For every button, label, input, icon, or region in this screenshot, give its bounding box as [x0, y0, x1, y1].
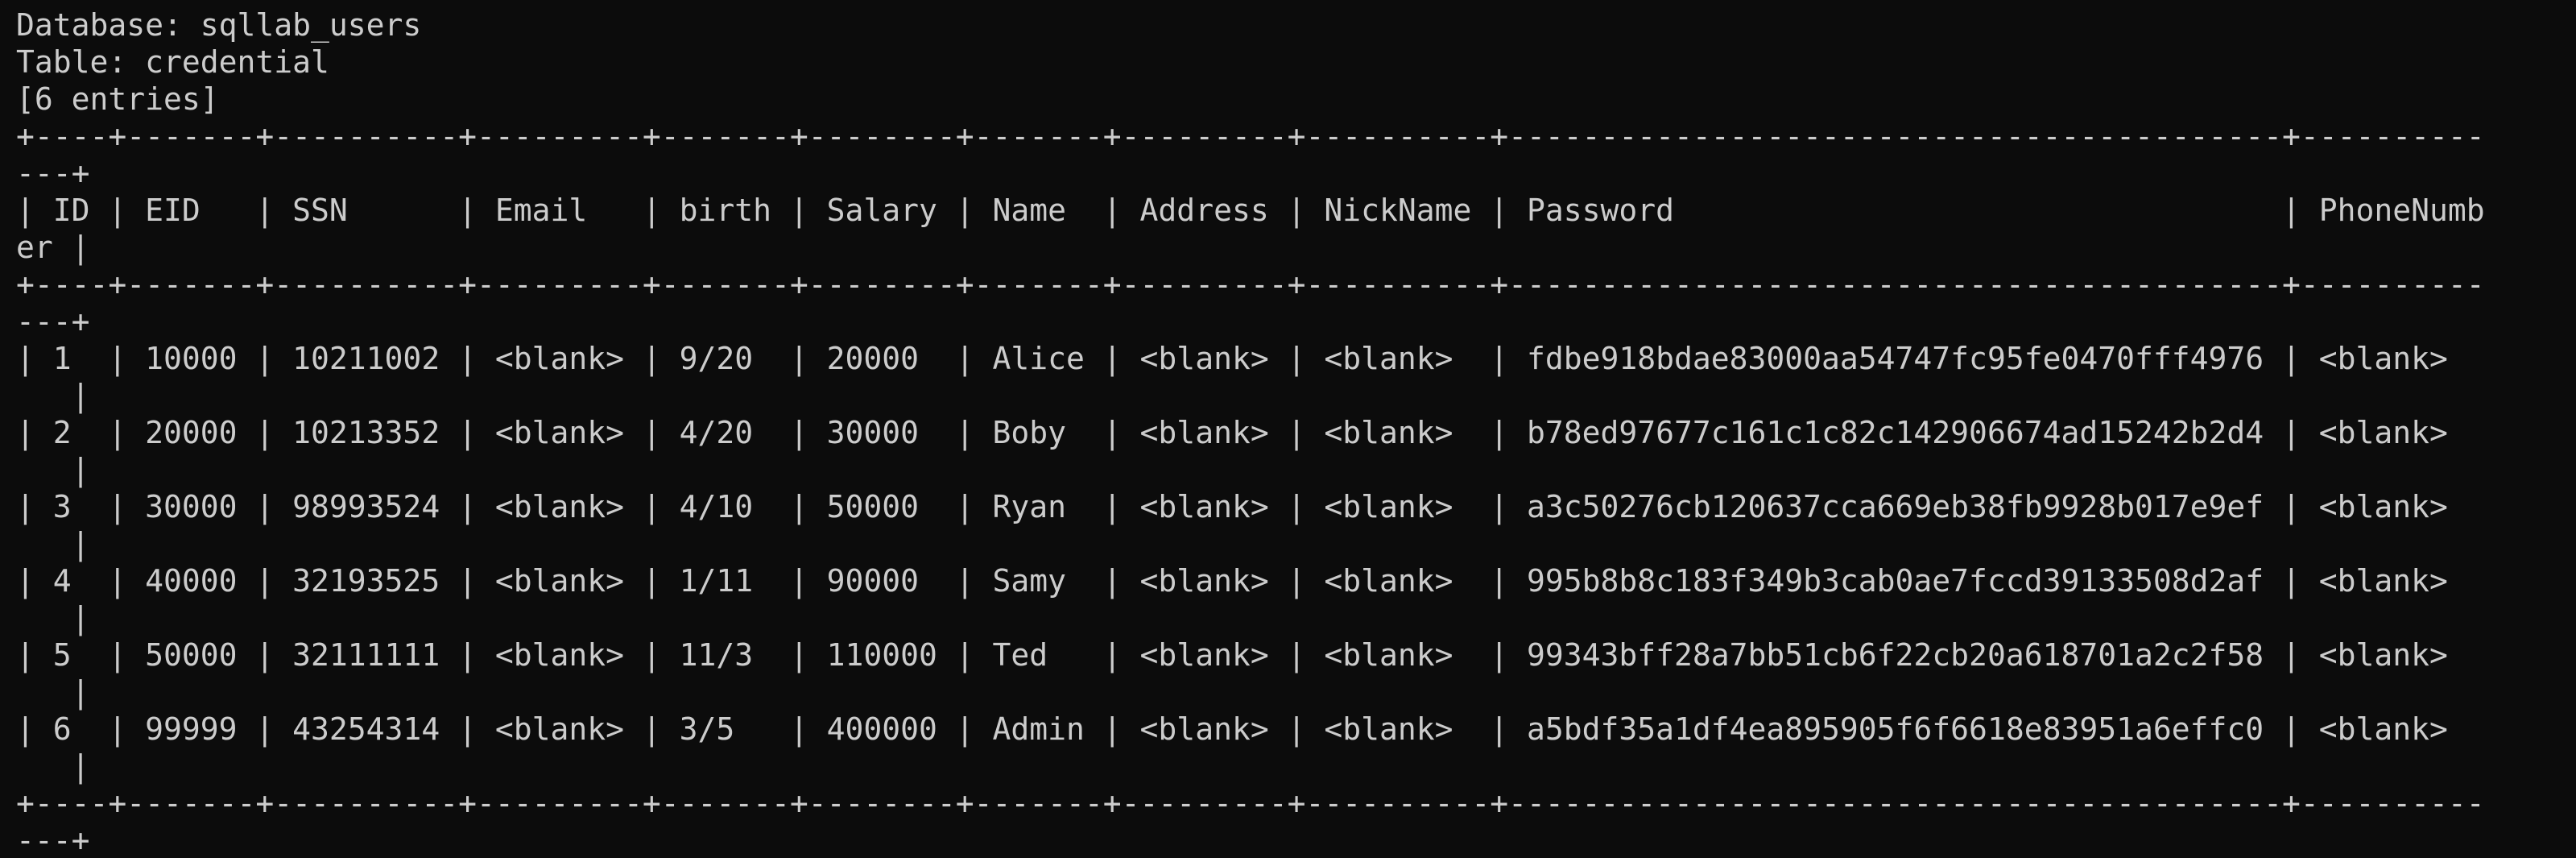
table-border-header-wrap: ---+	[16, 304, 90, 339]
table-border-top: +----+-------+----------+---------+-----…	[16, 118, 2485, 154]
table-border-bottom: +----+-------+----------+---------+-----…	[16, 785, 2485, 821]
table-border-bottom-wrap: ---+	[16, 823, 90, 858]
table-border-top-wrap: ---+	[16, 155, 90, 191]
table-header-row: | ID | EID | SSN | Email | birth | Salar…	[16, 193, 2485, 228]
entries-count-line: [6 entries]	[16, 81, 219, 117]
table-header-row-wrap: er |	[16, 230, 90, 265]
table-row: | 5 | 50000 | 32111111 | <blank> | 11/3 …	[16, 637, 2448, 673]
table-row-wrap: |	[16, 378, 90, 413]
table-row-wrap: |	[16, 452, 90, 487]
table-border-header: +----+-------+----------+---------+-----…	[16, 267, 2485, 302]
table-row: | 4 | 40000 | 32193525 | <blank> | 1/11 …	[16, 563, 2448, 599]
table-row: | 3 | 30000 | 98993524 | <blank> | 4/10 …	[16, 489, 2448, 524]
table-row: | 1 | 10000 | 10211002 | <blank> | 9/20 …	[16, 341, 2448, 376]
table-row-wrap: |	[16, 526, 90, 562]
table-row: | 6 | 99999 | 43254314 | <blank> | 3/5 |…	[16, 711, 2448, 747]
database-line: Database: sqllab_users	[16, 7, 422, 43]
table-row-wrap: |	[16, 748, 90, 784]
table-name-line: Table: credential	[16, 44, 329, 80]
terminal-window[interactable]: Database: sqllab_users Table: credential…	[0, 0, 2576, 858]
table-row-wrap: |	[16, 674, 90, 710]
table-row: | 2 | 20000 | 10213352 | <blank> | 4/20 …	[16, 415, 2448, 450]
table-row-wrap: |	[16, 600, 90, 636]
